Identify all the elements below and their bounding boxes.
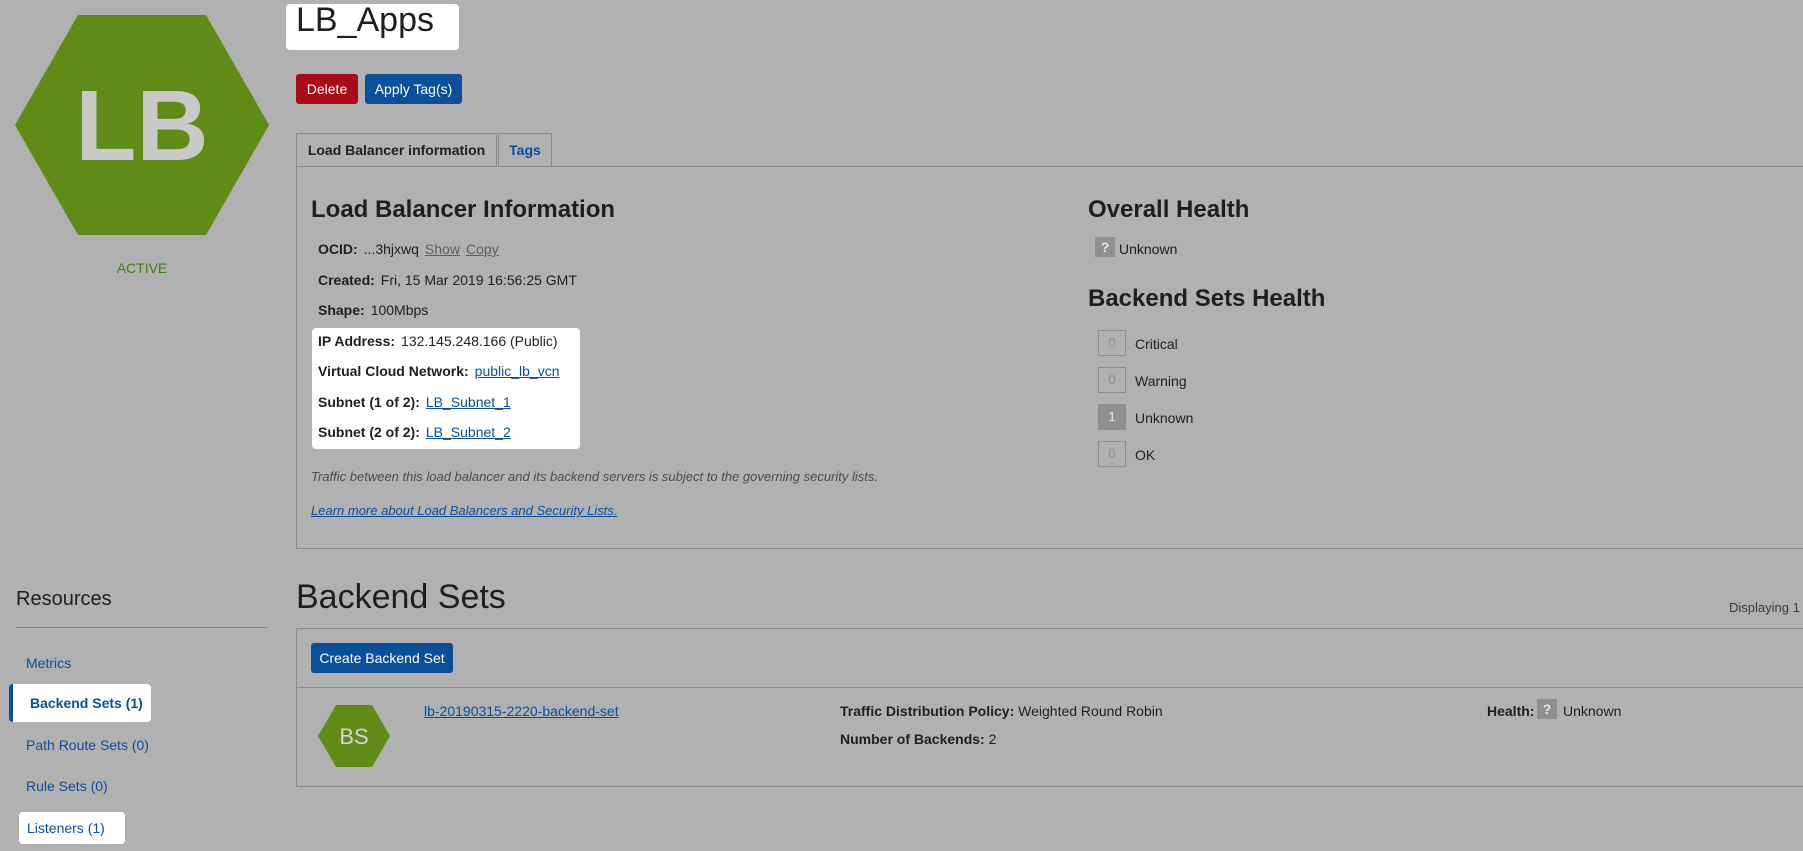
created-label: Created: (318, 272, 375, 288)
apply-tags-button[interactable]: Apply Tag(s) (365, 74, 462, 104)
backends-row: Number of Backends: 2 (840, 731, 996, 747)
unknown-count: 1 (1098, 404, 1126, 430)
backend-set-icon-text: BS (339, 724, 368, 749)
ip-row: IP Address: 132.145.248.166 (Public) (318, 333, 557, 349)
resources-divider (16, 627, 268, 628)
load-balancer-hex-icon: LB (15, 15, 269, 235)
ip-label: IP Address: (318, 333, 396, 349)
info-heading: Load Balancer Information (311, 196, 616, 223)
tab-tags[interactable]: Tags (498, 133, 552, 167)
subnet1-row: Subnet (1 of 2): LB_Subnet_1 (318, 394, 511, 410)
policy-label: Traffic Distribution Policy: (840, 703, 1015, 719)
ocid-label: OCID: (318, 241, 358, 257)
ip-value: 132.145.248.166 (Public) (401, 333, 558, 349)
ok-count: 0 (1098, 441, 1126, 467)
backends-value: 2 (988, 731, 997, 747)
resources-title: Resources (16, 588, 112, 610)
backend-health-label: Health: (1487, 703, 1535, 719)
lifecycle-state: ACTIVE (116, 260, 168, 276)
question-icon: ? (1537, 699, 1557, 719)
subnet1-link[interactable]: LB_Subnet_1 (426, 394, 511, 410)
shape-row: Shape: 100Mbps (318, 302, 428, 318)
security-note: Traffic between this load balancer and i… (311, 469, 878, 484)
critical-label: Critical (1135, 336, 1178, 352)
tab-load-balancer-information[interactable]: Load Balancer information (296, 133, 497, 167)
created-value: Fri, 15 Mar 2019 16:56:25 GMT (380, 272, 577, 288)
shape-label: Shape: (318, 302, 365, 318)
backend-sets-heading: Backend Sets (296, 578, 506, 616)
create-backend-set-button[interactable]: Create Backend Set (311, 643, 453, 673)
backend-sets-divider (297, 687, 1803, 688)
ocid-value: ...3hjxwq (363, 241, 419, 257)
backends-label: Number of Backends: (840, 731, 985, 747)
resource-metrics[interactable]: Metrics (26, 655, 71, 671)
subnet2-row: Subnet (2 of 2): LB_Subnet_2 (318, 424, 511, 440)
warning-count: 0 (1098, 367, 1126, 393)
page-title: LB_Apps (296, 1, 434, 39)
backend-set-name-link[interactable]: lb-20190315-2220-backend-set (424, 703, 619, 719)
unknown-label: Unknown (1135, 410, 1194, 426)
subnet2-label: Subnet (2 of 2): (318, 424, 420, 440)
overall-health-heading: Overall Health (1088, 196, 1250, 223)
displaying-count: Displaying 1 (1729, 600, 1800, 615)
resource-rule-sets[interactable]: Rule Sets (0) (26, 778, 108, 794)
ok-label: OK (1135, 447, 1156, 463)
logo-text: LB (75, 70, 208, 182)
ocid-row: OCID: ...3hjxwq Show Copy (318, 241, 499, 257)
critical-count: 0 (1098, 330, 1126, 356)
created-row: Created: Fri, 15 Mar 2019 16:56:25 GMT (318, 272, 577, 288)
policy-row: Traffic Distribution Policy: Weighted Ro… (840, 703, 1163, 719)
ocid-show-link[interactable]: Show (425, 241, 460, 257)
vcn-row: Virtual Cloud Network: public_lb_vcn (318, 363, 560, 379)
vcn-label: Virtual Cloud Network: (318, 363, 469, 379)
subnet1-label: Subnet (1 of 2): (318, 394, 420, 410)
backend-health-value: Unknown (1563, 703, 1622, 719)
learn-more-link[interactable]: Learn more about Load Balancers and Secu… (311, 503, 617, 518)
backend-sets-health-heading: Backend Sets Health (1088, 285, 1326, 312)
delete-button[interactable]: Delete (296, 74, 358, 104)
warning-label: Warning (1135, 373, 1187, 389)
question-icon: ? (1095, 237, 1115, 257)
overall-health-value: Unknown (1119, 241, 1178, 257)
policy-value: Weighted Round Robin (1018, 703, 1163, 719)
backend-set-hex-icon: BS (318, 705, 390, 767)
shape-value: 100Mbps (370, 302, 429, 318)
resource-listeners[interactable]: Listeners (1) (19, 812, 125, 844)
resource-backend-sets[interactable]: Backend Sets (1) (9, 684, 151, 722)
resource-path-route-sets[interactable]: Path Route Sets (0) (26, 737, 149, 753)
ocid-copy-link[interactable]: Copy (466, 241, 499, 257)
subnet2-link[interactable]: LB_Subnet_2 (426, 424, 511, 440)
vcn-link[interactable]: public_lb_vcn (475, 363, 560, 379)
